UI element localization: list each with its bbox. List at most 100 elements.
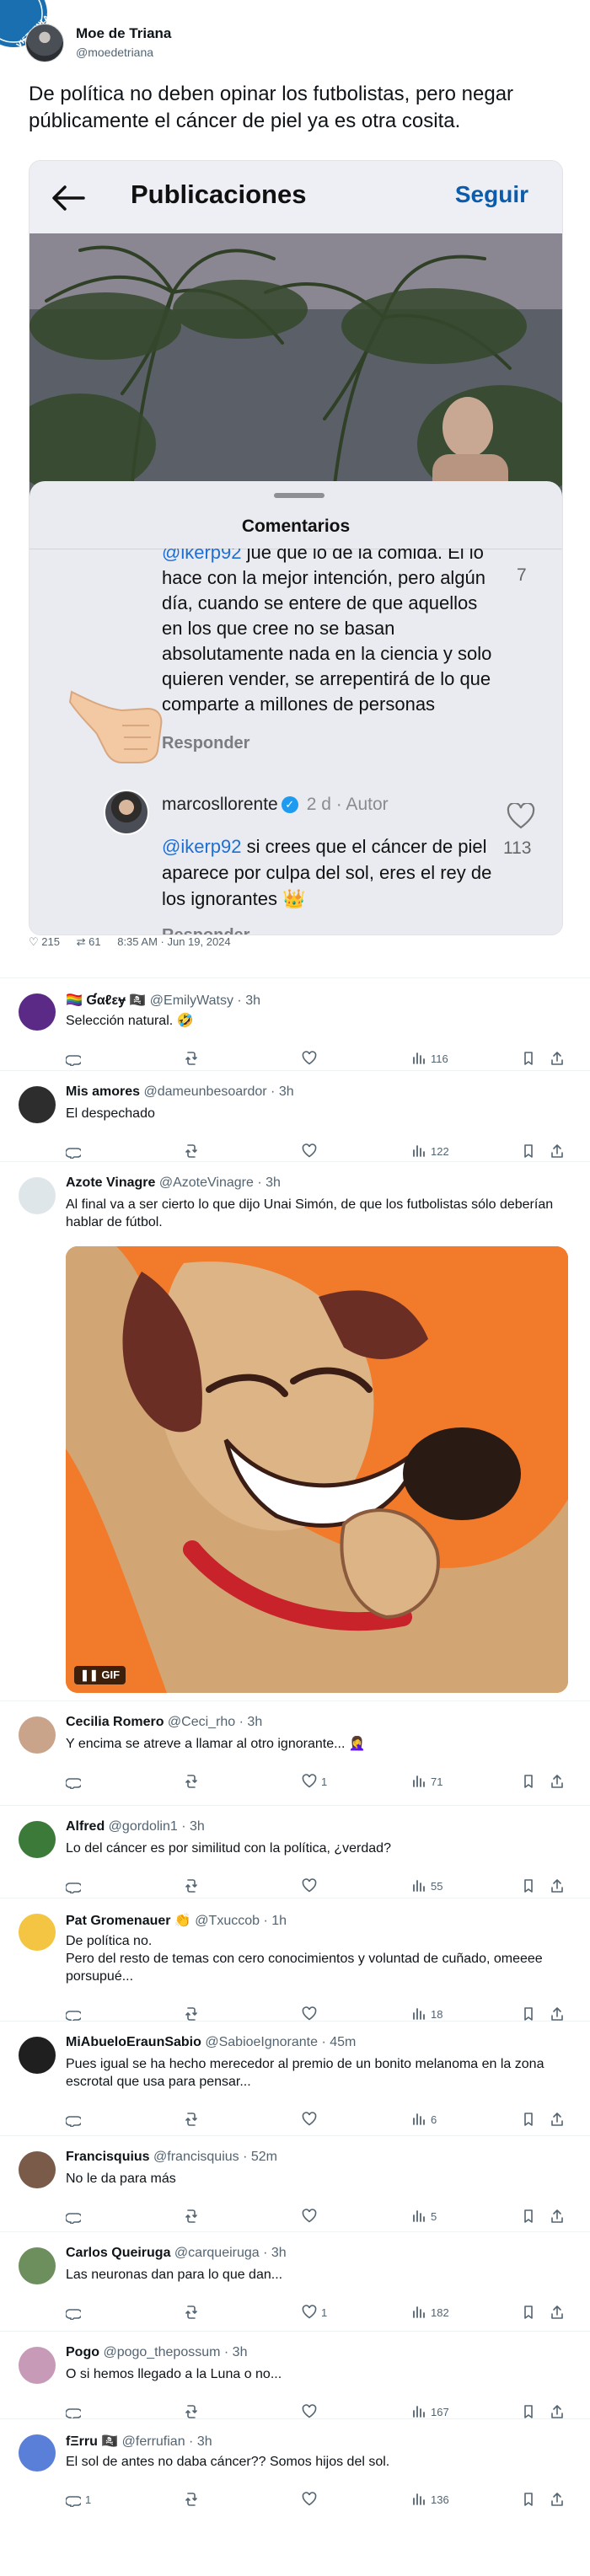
comment-author[interactable]: marcosllorente ✓ 2 d · Autor bbox=[162, 795, 389, 815]
like-button[interactable]: 1 bbox=[302, 1771, 327, 1791]
retweet-button[interactable] bbox=[184, 1048, 203, 1068]
reply-author-name[interactable]: Pat Gromenauer 👏 bbox=[66, 1914, 191, 1928]
reply-author-name[interactable]: Azote Vinagre bbox=[66, 1176, 155, 1190]
reply-author-handle[interactable]: @Ceci_rho bbox=[164, 1715, 235, 1729]
reply-tweet[interactable]: 🏳️‍🌈 Ɠαℓεɏ 🏴‍☠️ @EmilyWatsy · 3h Selecció… bbox=[0, 977, 590, 1070]
reply-time[interactable]: 3h bbox=[233, 2345, 248, 2359]
reply-avatar[interactable] bbox=[19, 1821, 56, 1858]
like-button[interactable] bbox=[302, 1048, 321, 1068]
reply-time[interactable]: 1h bbox=[271, 1914, 287, 1928]
author-name[interactable]: Moe de Triana bbox=[76, 25, 171, 42]
share-button[interactable] bbox=[550, 2109, 565, 2129]
reply-author-name[interactable]: Alfred bbox=[66, 1819, 105, 1834]
reply-button[interactable] bbox=[66, 1771, 85, 1791]
retweet-button[interactable] bbox=[184, 1876, 203, 1896]
bookmark-button[interactable] bbox=[521, 1048, 536, 1068]
retweet-button[interactable] bbox=[184, 2302, 203, 2322]
bookmark-button[interactable] bbox=[521, 2302, 536, 2322]
reply-tweet[interactable]: MiAbueloEraunSabio @SabioeIgnorante · 45… bbox=[0, 2021, 590, 2135]
retweet-button[interactable] bbox=[184, 2206, 203, 2226]
reply-avatar[interactable] bbox=[19, 2434, 56, 2472]
share-button[interactable] bbox=[550, 1048, 565, 1068]
reply-button[interactable] bbox=[66, 1048, 85, 1068]
reply-button[interactable] bbox=[66, 2206, 85, 2226]
reply-time[interactable]: 45m bbox=[330, 2035, 356, 2049]
reply-time[interactable]: 3h bbox=[266, 1176, 281, 1190]
retweet-button[interactable] bbox=[184, 2109, 203, 2129]
reply-author-handle[interactable]: @gordolin1 bbox=[105, 1819, 178, 1834]
reply-time[interactable]: 3h bbox=[271, 2246, 287, 2260]
comment-mention[interactable]: @ikerp92 bbox=[162, 836, 242, 857]
reply-author-handle[interactable]: @AzoteVinagre bbox=[155, 1176, 254, 1190]
like-button[interactable] bbox=[302, 2206, 321, 2226]
views-button[interactable]: 6 bbox=[411, 2109, 437, 2129]
gif-media[interactable]: ❚❚ GIF bbox=[66, 1246, 568, 1693]
reply-author-handle[interactable]: @ferrufian bbox=[118, 2434, 185, 2449]
reply-time[interactable]: 3h bbox=[190, 1819, 205, 1834]
reply-avatar[interactable] bbox=[19, 1086, 56, 1123]
author-avatar[interactable] bbox=[25, 24, 64, 62]
reply-button[interactable] bbox=[66, 1876, 85, 1896]
reply-button[interactable] bbox=[66, 1141, 85, 1161]
reply-time[interactable]: 3h bbox=[247, 1715, 262, 1729]
reply-avatar[interactable] bbox=[19, 1716, 56, 1754]
share-button[interactable] bbox=[550, 2302, 565, 2322]
reply-time[interactable]: 3h bbox=[279, 1084, 294, 1099]
comment-reply-link[interactable]: Responder bbox=[162, 734, 249, 753]
bookmark-button[interactable] bbox=[521, 1141, 536, 1161]
views-button[interactable]: 116 bbox=[411, 1048, 448, 1068]
reply-avatar[interactable] bbox=[19, 2151, 56, 2188]
bookmark-button[interactable] bbox=[521, 2109, 536, 2129]
reply-author-handle[interactable]: @carqueiruga bbox=[170, 2246, 260, 2260]
reply-button[interactable] bbox=[66, 2302, 85, 2322]
reply-avatar[interactable] bbox=[19, 1177, 56, 1214]
share-button[interactable] bbox=[550, 1141, 565, 1161]
reply-author-name[interactable]: Mis amores bbox=[66, 1084, 140, 1099]
reply-author-handle[interactable]: @pogo_thepossum bbox=[99, 2345, 220, 2359]
comment-mention[interactable]: @ikerp92 bbox=[162, 549, 242, 563]
bookmark-button[interactable] bbox=[521, 1876, 536, 1896]
share-button[interactable] bbox=[550, 1771, 565, 1791]
reply-author-handle[interactable]: @SabioeIgnorante bbox=[201, 2035, 318, 2049]
reply-time[interactable]: 3h bbox=[245, 993, 260, 1008]
bookmark-button[interactable] bbox=[521, 2489, 536, 2509]
reply-tweet[interactable]: Pat Gromenauer 👏 @Txuccob · 1h De polític… bbox=[0, 1898, 590, 2022]
reply-avatar[interactable] bbox=[19, 2247, 56, 2284]
reply-author-name[interactable]: MiAbueloEraunSabio bbox=[66, 2035, 201, 2049]
like-button[interactable] bbox=[302, 1141, 321, 1161]
views-button[interactable]: 122 bbox=[411, 1141, 449, 1161]
reply-author-name[interactable]: fΞrru 🏴‍☠️ bbox=[66, 2434, 118, 2449]
reply-tweet[interactable]: Cecilia Romero @Ceci_rho · 3h Y encima se… bbox=[0, 1700, 590, 1805]
like-button[interactable] bbox=[302, 1876, 321, 1896]
reply-author-name[interactable]: Pogo bbox=[66, 2345, 99, 2359]
reply-author-name[interactable]: 🏳️‍🌈 Ɠαℓεɏ 🏴‍☠️ bbox=[66, 993, 146, 1008]
views-button[interactable]: 182 bbox=[411, 2302, 449, 2322]
reply-author-handle[interactable]: @francisquius bbox=[150, 2150, 239, 2164]
reply-tweet[interactable]: Mis amores @dameunbesoardor · 3h El despe… bbox=[0, 1070, 590, 1161]
retweet-button[interactable] bbox=[184, 1141, 203, 1161]
retweet-button[interactable] bbox=[184, 1771, 203, 1791]
reply-avatar[interactable] bbox=[19, 2037, 56, 2074]
views-button[interactable]: 5 bbox=[411, 2206, 437, 2226]
reply-tweet[interactable]: fΞrru 🏴‍☠️ @ferrufian · 3h El sol de ante… bbox=[0, 2418, 590, 2520]
bookmark-button[interactable] bbox=[521, 2206, 536, 2226]
retweet-button[interactable] bbox=[184, 2489, 203, 2509]
reply-button[interactable]: 1 bbox=[66, 2489, 91, 2509]
like-button[interactable]: 1 bbox=[302, 2302, 327, 2322]
share-button[interactable] bbox=[550, 1876, 565, 1896]
comment-reply-link[interactable]: Responder bbox=[162, 926, 249, 935]
marcosllorente-avatar[interactable] bbox=[104, 790, 149, 835]
embedded-screenshot[interactable]: Publicaciones Seguir Comentarios @ikerp9… bbox=[29, 160, 563, 935]
share-button[interactable] bbox=[550, 2489, 565, 2509]
heart-outline-icon[interactable] bbox=[507, 803, 535, 830]
reply-avatar[interactable] bbox=[19, 993, 56, 1031]
reply-author-handle[interactable]: @Txuccob bbox=[191, 1914, 260, 1928]
reply-author-name[interactable]: Carlos Queiruga bbox=[66, 2246, 170, 2260]
reply-author-handle[interactable]: @EmilyWatsy bbox=[146, 993, 233, 1008]
reply-tweet[interactable]: Pogo @pogo_thepossum · 3h O si hemos lleg… bbox=[0, 2331, 590, 2419]
reply-avatar[interactable] bbox=[19, 2347, 56, 2384]
reply-tweet[interactable]: Alfred @gordolin1 · 3h Lo del cáncer es p… bbox=[0, 1805, 590, 1898]
reply-tweet[interactable]: Francisquius @francisquius · 52m No le da… bbox=[0, 2135, 590, 2231]
author-handle[interactable]: @moedetriana bbox=[76, 46, 153, 59]
views-button[interactable]: 136 bbox=[411, 2489, 449, 2509]
